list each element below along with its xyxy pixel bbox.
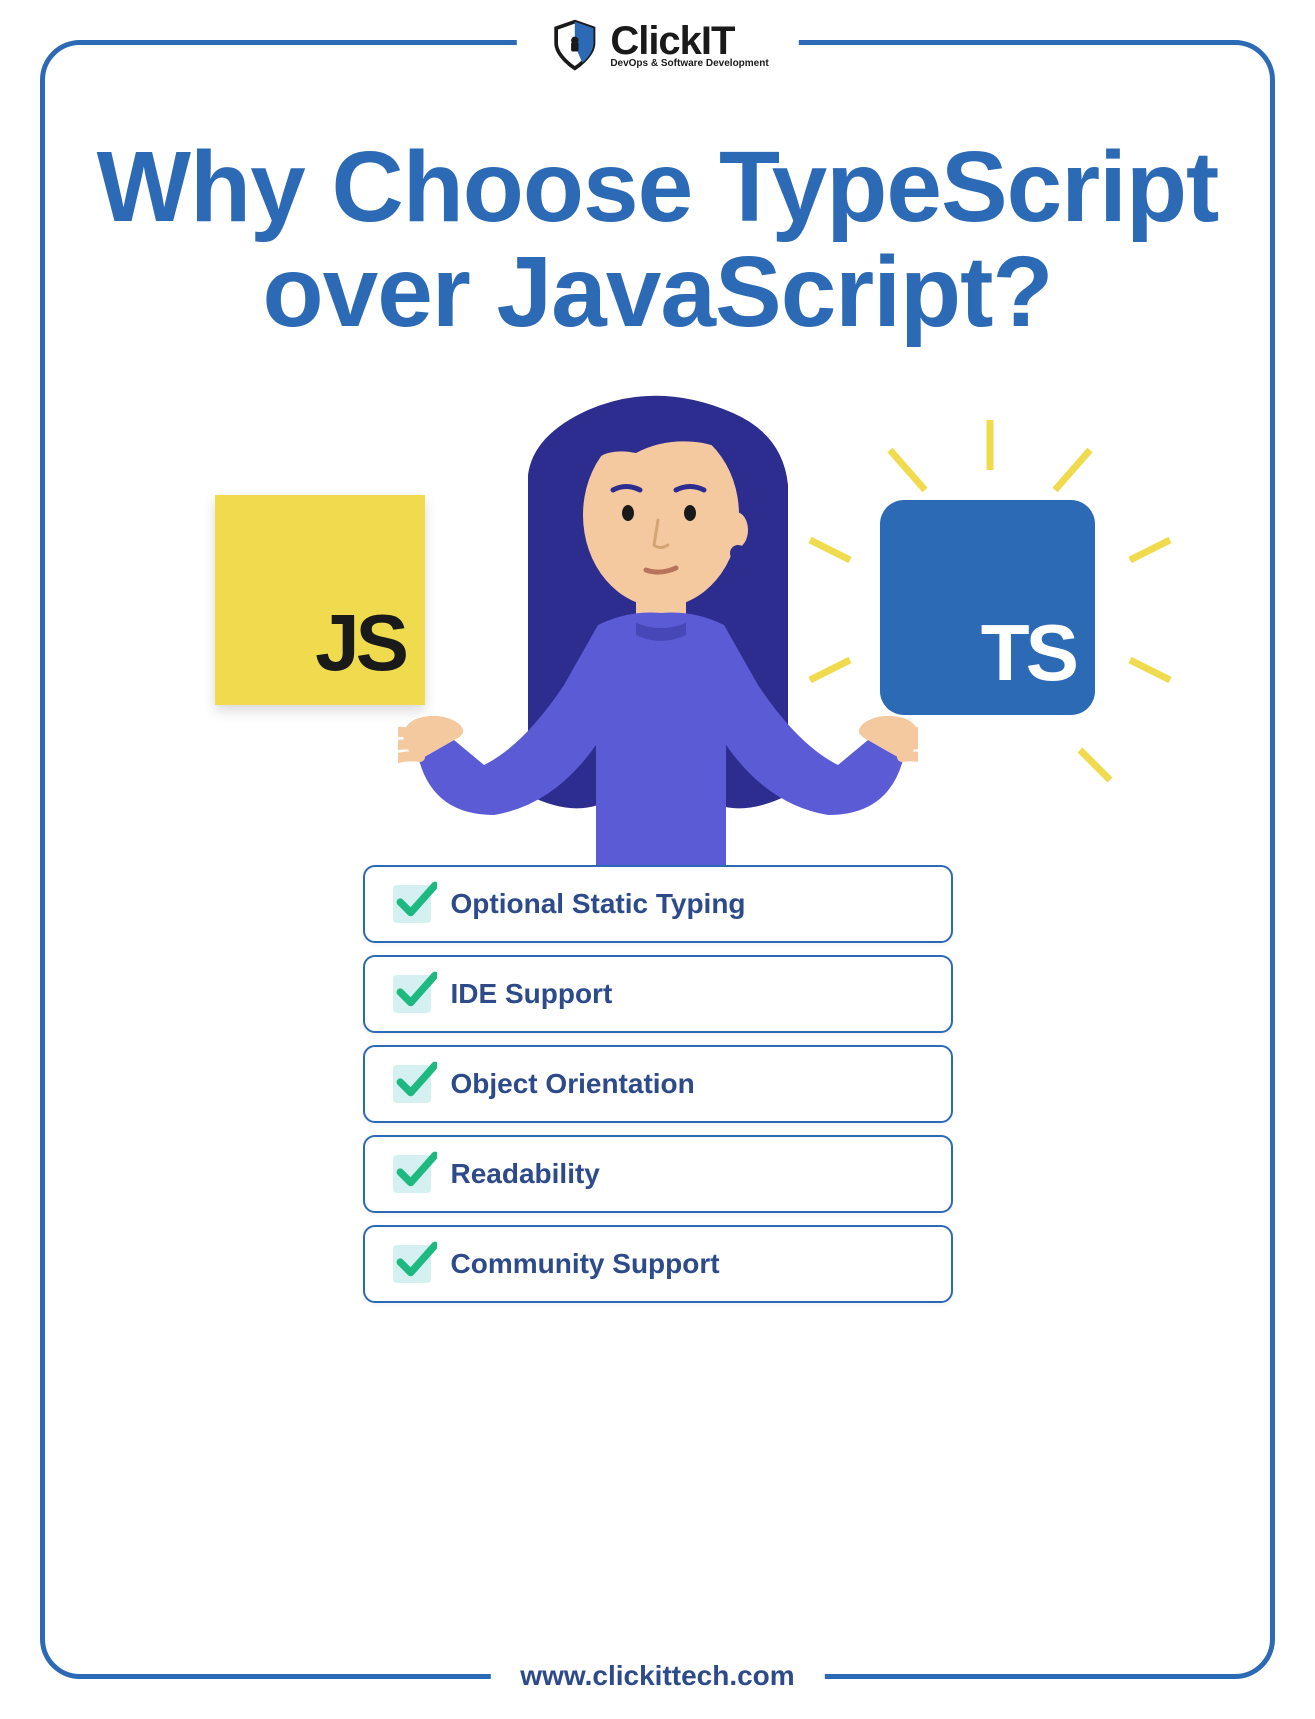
logo-text: ClickIT DevOps & Software Development [610,23,768,68]
feature-label: Object Orientation [451,1068,695,1100]
feature-item: Community Support [363,1225,953,1303]
checkmark-icon [393,1155,431,1193]
feature-item: Readability [363,1135,953,1213]
shield-icon [546,17,602,73]
content-frame: ClickIT DevOps & Software Development Wh… [40,40,1275,1679]
checkmark-icon [393,975,431,1013]
logo: ClickIT DevOps & Software Development [516,17,798,73]
feature-item: Optional Static Typing [363,865,953,943]
feature-item: IDE Support [363,955,953,1033]
logo-name: ClickIT [610,23,768,59]
feature-label: Community Support [451,1248,720,1280]
logo-tagline: DevOps & Software Development [610,59,768,68]
footer: www.clickittech.com [490,1660,824,1692]
javascript-label: JS [315,597,405,689]
javascript-logo: JS [215,495,425,705]
features-list: Optional Static Typing IDE Support Objec… [363,865,953,1303]
page-container: ClickIT DevOps & Software Development Wh… [0,0,1315,1719]
person-illustration-icon [398,375,918,935]
checkmark-icon [393,885,431,923]
footer-url: www.clickittech.com [520,1660,794,1691]
checkmark-icon [393,1065,431,1103]
feature-label: Readability [451,1158,600,1190]
illustration: JS TS [45,375,1270,935]
feature-label: Optional Static Typing [451,888,746,920]
feature-item: Object Orientation [363,1045,953,1123]
checkmark-icon [393,1245,431,1283]
typescript-label: TS [981,607,1075,699]
feature-label: IDE Support [451,978,613,1010]
page-title: Why Choose TypeScript over JavaScript? [45,135,1270,345]
